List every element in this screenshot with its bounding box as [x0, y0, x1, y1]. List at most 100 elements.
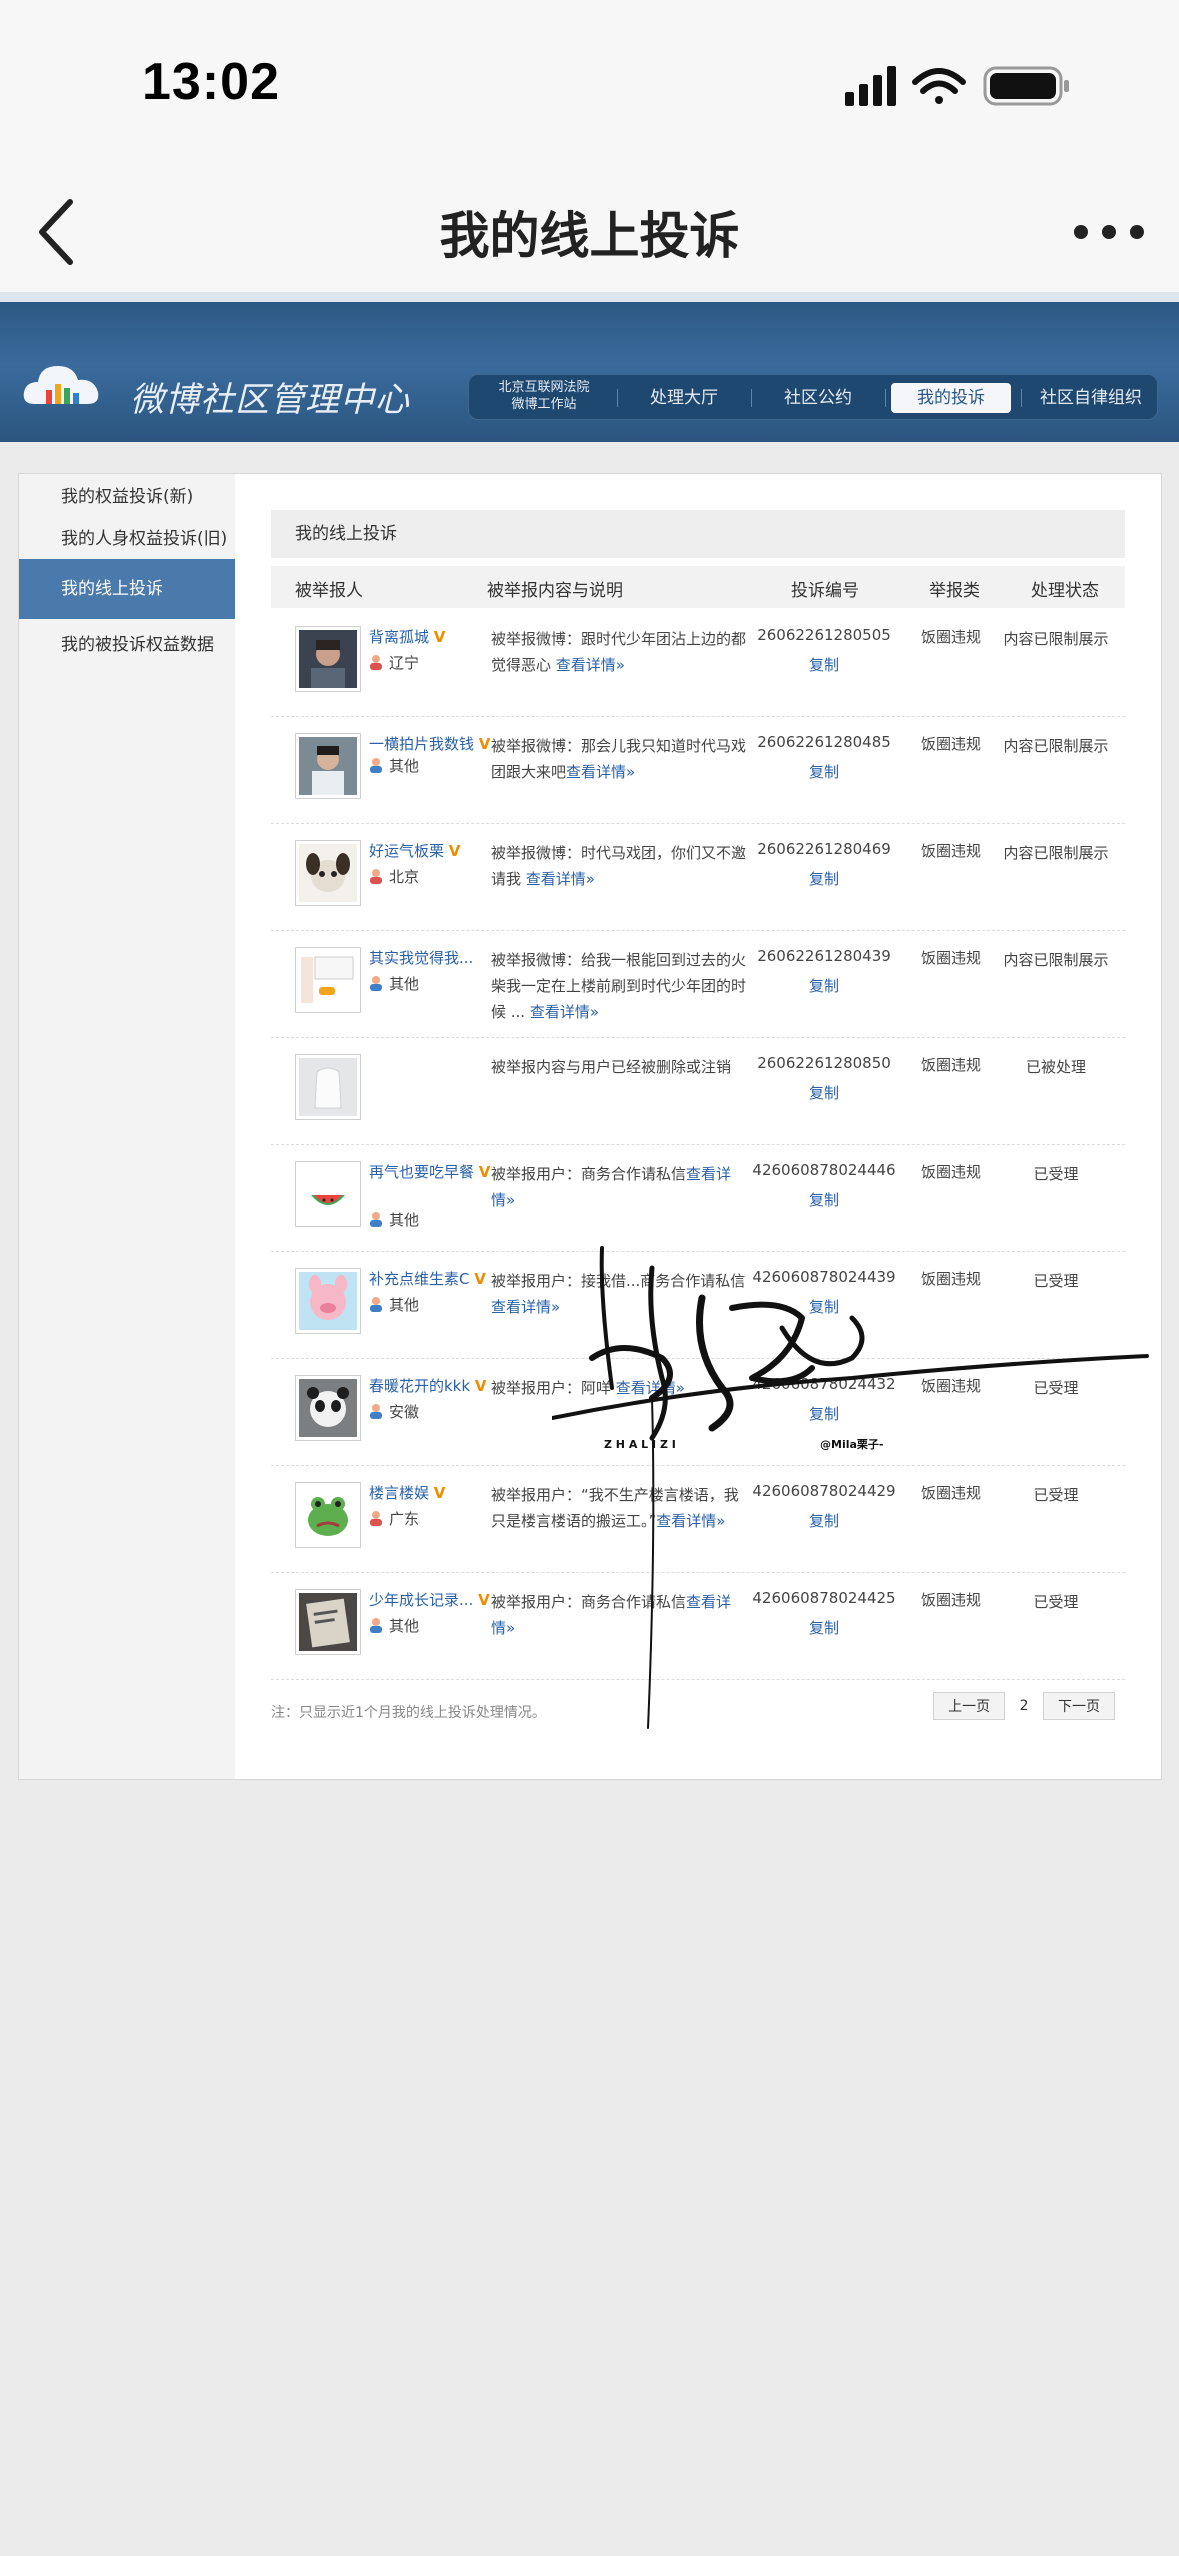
tab-my-complaints[interactable]: 我的投诉	[891, 383, 1011, 413]
view-detail-link[interactable]: 查看详情»	[566, 763, 635, 781]
battery-icon	[983, 66, 1069, 106]
footer-note: 注：只显示近1个月我的线上投诉处理情况。	[271, 1705, 546, 1721]
sidebar-item-personal-old[interactable]: 我的人身权益投诉(旧)	[19, 524, 235, 554]
user-location-text: 辽宁	[389, 654, 420, 672]
avatar-image	[299, 1272, 357, 1330]
user-name-text: 楼言楼娱	[369, 1484, 430, 1502]
status-text: 内容已限制展示	[1003, 844, 1109, 862]
reported-user-name[interactable]: 楼言楼娱 V	[369, 1482, 493, 1504]
user-name-text: 春暖花开的kkk	[369, 1377, 471, 1395]
status-text: 内容已限制展示	[1003, 737, 1109, 755]
reported-user-name[interactable]: 少年成长记录... V	[369, 1589, 493, 1611]
court-line1: 北京互联网法院	[498, 380, 590, 395]
avatar[interactable]	[295, 1482, 361, 1548]
avatar[interactable]	[295, 1054, 361, 1120]
avatar-image	[299, 1165, 357, 1223]
user-location: 北京	[369, 866, 419, 887]
avatar[interactable]	[295, 1589, 361, 1655]
court-label[interactable]: 北京互联网法院 微博工作站	[485, 379, 603, 413]
verified-v-icon: V	[474, 1377, 487, 1395]
tab-hall[interactable]: 处理大厅	[629, 383, 739, 413]
avatar[interactable]	[295, 1161, 361, 1227]
report-description: 被举报微博：跟时代少年团沾上边的都觉得恶心 查看详情»	[491, 626, 753, 678]
verified-v-icon: V	[478, 735, 491, 753]
user-location: 安徽	[369, 1401, 419, 1422]
location-person-icon	[370, 1404, 382, 1419]
verified-v-icon: V	[478, 1163, 491, 1181]
report-type: 饭圈违规	[920, 842, 981, 860]
copy-link[interactable]: 复制	[749, 868, 899, 889]
status-bar: 13:02	[0, 0, 1179, 170]
reported-user-name[interactable]: 好运气板栗 V	[369, 840, 493, 862]
sidebar-item-rights-new[interactable]: 我的权益投诉(新)	[19, 482, 235, 512]
report-type: 饭圈违规	[920, 1056, 981, 1074]
avatar[interactable]	[295, 947, 361, 1013]
report-description-text: 被举报用户：商务合作请私信	[491, 1165, 687, 1183]
user-location: 广东	[369, 1508, 419, 1529]
avatar[interactable]	[295, 626, 361, 692]
more-dots-icon[interactable]	[1067, 204, 1151, 260]
avatar[interactable]	[295, 1375, 361, 1441]
view-detail-link[interactable]: 查看详情»	[526, 870, 595, 888]
user-name-text: 少年成长记录...	[369, 1591, 474, 1609]
view-detail-link[interactable]: 查看详情»	[556, 656, 625, 674]
avatar[interactable]	[295, 733, 361, 799]
tab-convention[interactable]: 社区公约	[763, 383, 873, 413]
view-detail-link[interactable]: 查看详情»	[530, 1003, 599, 1021]
report-description: 被举报微博：给我一根能回到过去的火柴我一定在上楼前刷到时代少年团的时候 ... …	[491, 947, 753, 1025]
user-name-text: 好运气板栗	[369, 842, 445, 860]
verified-v-icon: V	[478, 1591, 490, 1609]
nav-divider	[617, 389, 618, 407]
sidebar-item-online[interactable]: 我的线上投诉	[19, 559, 235, 619]
site-logo-text: 微博社区管理中心	[130, 380, 410, 420]
report-type: 饭圈违规	[920, 628, 981, 646]
avatar-image	[299, 951, 357, 1009]
wifi-icon	[912, 68, 966, 104]
reported-user-name[interactable]: 背离孤城 V	[369, 626, 493, 648]
site-nav: 北京互联网法院 微博工作站 处理大厅 社区公约 我的投诉 社区自律组织	[468, 374, 1158, 420]
avatar-image	[299, 630, 357, 688]
copy-link[interactable]: 复制	[749, 1082, 899, 1103]
copy-link[interactable]: 复制	[749, 1189, 899, 1210]
report-description: 被举报内容与用户已经被删除或注销	[491, 1054, 753, 1080]
table-row: 再气也要吃早餐 V 其他 被举报用户：商务合作请私信查看详情» 42606087…	[271, 1145, 1125, 1252]
reported-user-name[interactable]: 再气也要吃早餐 V	[369, 1161, 493, 1183]
tab-self-discipline[interactable]: 社区自律组织	[1029, 383, 1153, 413]
location-person-icon	[370, 1212, 382, 1227]
nav-divider	[1021, 389, 1022, 407]
copy-link[interactable]: 复制	[749, 654, 899, 675]
page-title: 我的线上投诉	[439, 207, 740, 265]
avatar-image	[299, 1593, 357, 1651]
user-location: 其他	[369, 1294, 419, 1315]
verified-v-icon: V	[474, 1270, 486, 1288]
user-location-text: 北京	[389, 868, 420, 886]
section-title: 我的线上投诉	[271, 510, 1125, 558]
avatar[interactable]	[295, 840, 361, 906]
sidebar-item-complained-data[interactable]: 我的被投诉权益数据	[19, 630, 235, 660]
reported-user-name[interactable]: 其实我觉得我...	[369, 947, 493, 969]
user-name-text: 补充点维生素C	[369, 1270, 470, 1288]
copy-link[interactable]: 复制	[749, 975, 899, 996]
signature-letters: Z H A L I Z I	[604, 1438, 676, 1451]
reported-user-name[interactable]: 一横拍片我数钱 V	[369, 733, 493, 755]
report-type: 饭圈违规	[920, 735, 981, 753]
nav-bar: 我的线上投诉	[0, 170, 1179, 294]
verified-v-icon: V	[433, 1484, 446, 1502]
avatar[interactable]	[295, 1268, 361, 1334]
status-time: 13:02	[142, 53, 280, 111]
reported-user-name[interactable]: 春暖花开的kkk V	[369, 1375, 493, 1397]
reported-user-name[interactable]: 补充点维生素C V	[369, 1268, 493, 1290]
col-status: 处理状态	[1031, 581, 1099, 601]
complaint-id: 26062261280485	[757, 733, 891, 751]
table-row: 好运气板栗 V 北京 被举报微博：时代马戏团，你们又不邀请我 查看详情» 260…	[271, 824, 1125, 931]
user-location-text: 其他	[389, 757, 420, 775]
view-detail-link[interactable]: 查看详情»	[491, 1298, 560, 1316]
nav-divider	[751, 389, 752, 407]
default-avatar-icon	[299, 1058, 357, 1116]
col-complaint-id: 投诉编号	[791, 581, 859, 601]
table-row: 其实我觉得我... 其他 被举报微博：给我一根能回到过去的火柴我一定在上楼前刷到…	[271, 931, 1125, 1038]
avatar-image	[299, 1379, 357, 1437]
user-location-text: 安徽	[389, 1403, 420, 1421]
avatar-image	[299, 844, 357, 902]
copy-link[interactable]: 复制	[749, 761, 899, 782]
